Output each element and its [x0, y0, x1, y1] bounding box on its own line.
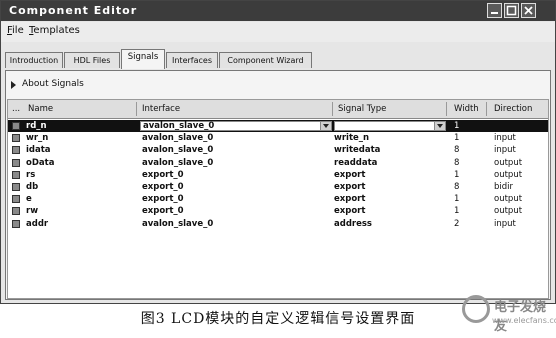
col-width[interactable]: Width	[454, 104, 479, 114]
signal-type: write_n	[334, 133, 370, 144]
title-bar: Component Editor	[1, 1, 555, 21]
signal-direction: bidir	[494, 182, 514, 192]
signal-interface: avalon_slave_0	[142, 145, 214, 156]
signal-width: 8	[454, 157, 460, 168]
interface-dropdown[interactable]: avalon_slave_0	[140, 121, 332, 131]
signal-interface: avalon_slave_0	[142, 157, 214, 168]
menu-file[interactable]: File	[7, 25, 24, 36]
signal-direction: input	[494, 218, 516, 229]
signal-interface: export_0	[142, 182, 184, 192]
signal-interface: avalon_slave_0	[142, 133, 214, 144]
signal-width: 1	[454, 169, 460, 180]
table-row[interactable]: wr_n avalon_slave_0 write_n 1 input	[8, 132, 548, 144]
table-row[interactable]: oData avalon_slave_0 readdata 8 output	[8, 157, 548, 169]
signal-type: export	[334, 194, 366, 205]
signal-interface: export_0	[142, 169, 184, 180]
signal-type: address	[334, 218, 372, 229]
signal-type-dropdown[interactable]	[334, 121, 446, 131]
table-row[interactable]: e export_0 export 1 output	[8, 193, 548, 205]
signal-icon	[12, 207, 20, 216]
signal-direction: output	[494, 157, 523, 168]
menu-templates[interactable]: Templates	[29, 25, 80, 36]
col-signal-type[interactable]: Signal Type	[338, 104, 386, 114]
signal-direction: output	[494, 169, 523, 180]
table-row[interactable]: addr avalon_slave_0 address 2 input	[8, 218, 548, 230]
chevron-down-icon[interactable]	[320, 122, 331, 130]
expand-triangle-icon	[11, 81, 16, 89]
tab-interfaces[interactable]: Interfaces	[166, 52, 218, 68]
col-interface[interactable]: Interface	[142, 104, 180, 114]
window-title: Component Editor	[9, 4, 138, 17]
maximize-button[interactable]	[504, 3, 519, 18]
signal-width: 1	[454, 206, 460, 217]
signal-width: 1	[454, 194, 460, 205]
tab-signals[interactable]: Signals	[121, 49, 165, 69]
col-handle[interactable]: ...	[12, 104, 20, 114]
signal-type: readdata	[334, 157, 378, 168]
signal-icon	[12, 170, 20, 179]
minimize-button[interactable]	[487, 3, 502, 18]
signal-icon	[12, 158, 20, 167]
signal-name: wr_n	[26, 133, 49, 144]
signal-icon	[12, 195, 20, 204]
table-row[interactable]: idata avalon_slave_0 writedata 8 input	[8, 144, 548, 156]
signal-direction: input	[494, 133, 516, 144]
col-direction[interactable]: Direction	[494, 104, 532, 114]
signal-name: e	[26, 194, 32, 205]
signal-name: rw	[26, 206, 39, 217]
tab-hdl-files[interactable]: HDL Files	[64, 52, 120, 68]
signal-icon	[12, 183, 20, 191]
signal-name: idata	[26, 145, 51, 156]
close-button[interactable]	[521, 3, 536, 18]
signal-name: db	[26, 182, 39, 192]
signal-direction: output	[494, 194, 523, 205]
table-row[interactable]: db export_0 export 8 bidir	[8, 181, 548, 193]
table-row[interactable]: rw export_0 export 1 output	[8, 205, 548, 217]
signal-name: addr	[26, 218, 49, 229]
signal-direction: output	[494, 206, 523, 217]
table-row[interactable]: rs export_0 export 1 output	[8, 169, 548, 181]
signal-width: 1	[454, 133, 460, 144]
signal-name: rs	[26, 169, 36, 180]
signal-width: 8	[454, 145, 460, 156]
signal-icon	[12, 146, 20, 155]
watermark-logo: 电子发烧友 www.elecfans.com	[462, 292, 556, 334]
signal-type: writedata	[334, 145, 381, 156]
signal-icon	[12, 122, 20, 130]
signal-type: export	[334, 206, 366, 217]
signals-table: ... Name Interface Signal Type Width Dir…	[7, 99, 549, 299]
interface-value: avalon_slave_0	[143, 121, 215, 131]
table-row[interactable]: rd_n avalon_slave_0 1	[8, 120, 548, 132]
signal-direction: input	[494, 145, 516, 156]
tab-introduction[interactable]: Introduction	[5, 52, 63, 68]
signal-type: export	[334, 182, 366, 192]
signal-name: oData	[26, 157, 55, 168]
chevron-down-icon[interactable]	[434, 122, 445, 130]
menu-bar: File Templates	[1, 22, 555, 42]
signal-interface: export_0	[142, 194, 184, 205]
signal-icon	[12, 134, 20, 143]
tab-component-wizard[interactable]: Component Wizard	[219, 52, 312, 68]
signal-icon	[12, 219, 20, 228]
signal-interface: avalon_slave_0	[142, 218, 214, 229]
signal-interface: export_0	[142, 206, 184, 217]
signal-width: 2	[454, 218, 460, 229]
signal-name: rd_n	[26, 121, 47, 131]
component-editor-window: Component Editor File Templates Introduc…	[0, 0, 556, 304]
table-header: ... Name Interface Signal Type Width Dir…	[8, 100, 548, 119]
signal-type: export	[334, 169, 366, 180]
signal-width: 1	[454, 121, 460, 131]
col-name[interactable]: Name	[28, 104, 53, 114]
signal-width: 8	[454, 182, 460, 192]
